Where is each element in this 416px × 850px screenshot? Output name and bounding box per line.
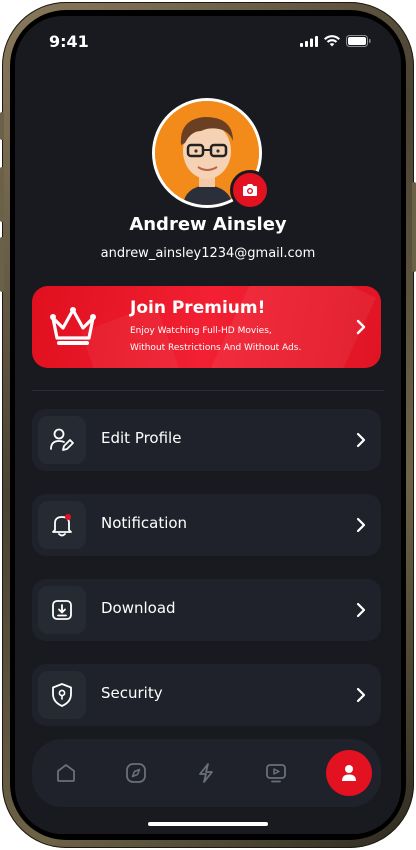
chevron-right-icon <box>356 432 366 448</box>
profile-name: Andrew Ainsley <box>129 214 287 235</box>
chevron-right-icon <box>356 517 366 533</box>
nav-profile[interactable] <box>326 750 372 796</box>
video-icon <box>266 764 286 783</box>
menu-item-notification[interactable]: Notification <box>32 494 381 556</box>
camera-icon <box>243 184 257 196</box>
wifi-icon <box>324 35 340 47</box>
user-edit-icon <box>50 428 74 451</box>
status-time: 9:41 <box>49 32 89 51</box>
premium-title: Join Premium! <box>130 298 266 318</box>
menu-label: Download <box>101 599 176 617</box>
premium-description: Enjoy Watching Full-HD Movies, Without R… <box>130 326 302 353</box>
lightning-icon <box>199 763 213 783</box>
profile-email: andrew_ainsley1234@gmail.com <box>100 246 316 261</box>
signal-icon <box>300 35 318 47</box>
shield-icon <box>52 683 72 707</box>
menu-label: Edit Profile <box>101 429 182 447</box>
menu-item-download[interactable]: Download <box>32 579 381 641</box>
download-icon <box>52 600 72 620</box>
menu-label: Notification <box>101 514 188 532</box>
status-bar: 9:41 <box>15 16 401 66</box>
bell-icon <box>52 514 72 537</box>
profile-screen: 9:41 Andrew Ainsley andrew_ainsley1234@g… <box>15 16 401 834</box>
menu-item-security[interactable]: Security <box>32 664 381 726</box>
bottom-nav <box>32 739 381 807</box>
explore-icon <box>126 763 146 783</box>
home-icon <box>57 764 75 782</box>
avatar-container <box>152 98 270 210</box>
menu-label: Security <box>101 684 163 702</box>
home-indicator[interactable] <box>148 822 268 826</box>
nav-home[interactable] <box>54 761 78 785</box>
crown-icon <box>50 307 96 345</box>
nav-explore[interactable] <box>124 761 148 785</box>
menu-item-edit-profile[interactable]: Edit Profile <box>32 409 381 471</box>
chevron-right-icon <box>356 687 366 703</box>
chevron-right-icon <box>356 602 366 618</box>
profile-icon <box>342 765 356 781</box>
divider <box>32 390 384 391</box>
nav-lightning[interactable] <box>194 761 218 785</box>
join-premium-banner[interactable]: Join Premium! Enjoy Watching Full-HD Mov… <box>32 286 381 368</box>
chevron-right-icon <box>356 319 366 335</box>
change-photo-button[interactable] <box>230 170 270 210</box>
battery-icon <box>346 35 371 47</box>
nav-video[interactable] <box>264 761 288 785</box>
